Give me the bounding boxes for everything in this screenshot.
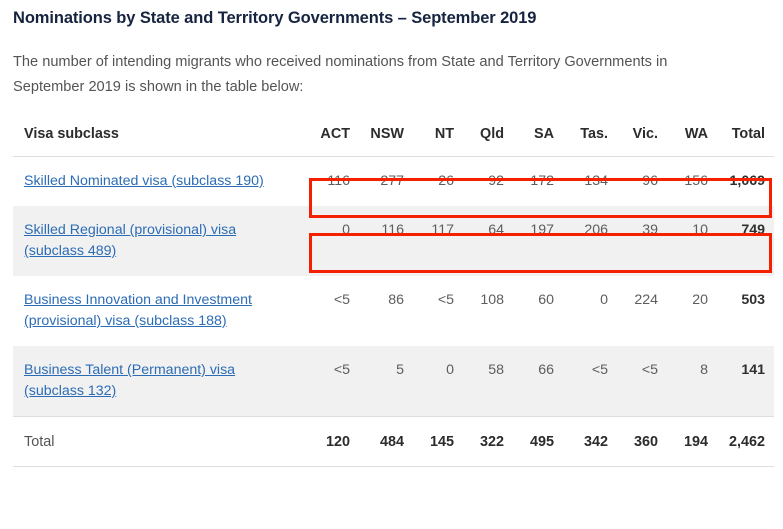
cell-tas: 0 xyxy=(600,292,608,308)
cell-nt: <5 xyxy=(437,292,454,308)
page-root: Nominations by State and Territory Gover… xyxy=(0,0,783,529)
cell-act: 116 xyxy=(327,173,350,189)
total-sa: 495 xyxy=(513,416,563,467)
cell-nt: 0 xyxy=(413,346,463,417)
cell-qld: 92 xyxy=(488,173,504,189)
cell-total: 749 xyxy=(717,206,774,276)
cell-sa: 197 xyxy=(513,206,563,276)
column-header-nt: NT xyxy=(413,126,463,157)
table-header-row: Visa subclass ACT NSW NT Qld SA Tas. Vic… xyxy=(13,126,774,157)
cell-total: 141 xyxy=(717,346,774,417)
table-body: Skilled Nominated visa (subclass 190) 11… xyxy=(13,157,774,417)
cell-wa: 20 xyxy=(692,292,708,308)
total-nt: 145 xyxy=(413,416,463,467)
column-header-nsw: NSW xyxy=(359,126,413,157)
cell-nsw: 5 xyxy=(359,346,413,417)
cell-tas: 134 xyxy=(584,173,608,189)
cell-vic: <5 xyxy=(617,346,667,417)
cell-wa: 10 xyxy=(667,206,717,276)
nominations-table-container: Visa subclass ACT NSW NT Qld SA Tas. Vic… xyxy=(13,126,774,467)
table-row: Business Innovation and Investment (prov… xyxy=(13,276,774,346)
cell-act: <5 xyxy=(333,292,350,308)
total-wa: 194 xyxy=(667,416,717,467)
total-vic: 360 xyxy=(617,416,667,467)
table-foot: Total 120 484 145 322 495 342 360 194 2,… xyxy=(13,416,774,467)
table-total-row: Total 120 484 145 322 495 342 360 194 2,… xyxy=(13,416,774,467)
cell-act: <5 xyxy=(309,346,359,417)
cell-sa: 172 xyxy=(530,173,554,189)
column-header-tas: Tas. xyxy=(563,126,617,157)
row-label-cell: Business Innovation and Investment (prov… xyxy=(13,276,309,346)
nominations-table: Visa subclass ACT NSW NT Qld SA Tas. Vic… xyxy=(13,126,774,467)
page-intro-text: The number of intending migrants who rec… xyxy=(13,54,668,95)
cell-vic: 96 xyxy=(642,173,658,189)
cell-qld: 58 xyxy=(463,346,513,417)
cell-nt: 26 xyxy=(438,173,454,189)
page-title: Nominations by State and Territory Gover… xyxy=(13,9,537,27)
column-header-visa-subclass: Visa subclass xyxy=(13,126,309,157)
column-header-act: ACT xyxy=(309,126,359,157)
cell-wa: 156 xyxy=(684,173,708,189)
cell-total: 503 xyxy=(741,292,765,308)
cell-wa: 8 xyxy=(667,346,717,417)
table-row: Skilled Nominated visa (subclass 190) 11… xyxy=(13,157,774,207)
column-header-wa: WA xyxy=(667,126,717,157)
cell-sa: 60 xyxy=(538,292,554,308)
column-header-total: Total xyxy=(717,126,774,157)
cell-vic: 224 xyxy=(634,292,658,308)
total-nsw: 484 xyxy=(359,416,413,467)
column-header-vic: Vic. xyxy=(617,126,667,157)
column-header-qld: Qld xyxy=(463,126,513,157)
total-qld: 322 xyxy=(463,416,513,467)
cell-total: 1,069 xyxy=(729,173,765,189)
cell-nsw: 277 xyxy=(380,173,404,189)
visa-subclass-link[interactable]: Business Innovation and Investment (prov… xyxy=(24,292,252,329)
total-grand: 2,462 xyxy=(717,416,774,467)
cell-sa: 66 xyxy=(513,346,563,417)
table-head: Visa subclass ACT NSW NT Qld SA Tas. Vic… xyxy=(13,126,774,157)
visa-subclass-link[interactable]: Skilled Nominated visa (subclass 190) xyxy=(24,173,264,189)
total-act: 120 xyxy=(309,416,359,467)
cell-vic: 39 xyxy=(617,206,667,276)
cell-act: 0 xyxy=(309,206,359,276)
column-header-sa: SA xyxy=(513,126,563,157)
cell-tas: 206 xyxy=(563,206,617,276)
cell-qld: 108 xyxy=(480,292,504,308)
row-label-cell: Business Talent (Permanent) visa (subcla… xyxy=(13,346,309,417)
visa-subclass-link[interactable]: Skilled Regional (provisional) visa (sub… xyxy=(24,222,236,259)
cell-qld: 64 xyxy=(463,206,513,276)
cell-nsw: 86 xyxy=(388,292,404,308)
cell-nsw: 116 xyxy=(359,206,413,276)
table-row: Skilled Regional (provisional) visa (sub… xyxy=(13,206,774,276)
total-row-label: Total xyxy=(13,416,309,467)
visa-subclass-link[interactable]: Business Talent (Permanent) visa (subcla… xyxy=(24,362,235,399)
row-label-cell: Skilled Regional (provisional) visa (sub… xyxy=(13,206,309,276)
cell-tas: <5 xyxy=(563,346,617,417)
table-row: Business Talent (Permanent) visa (subcla… xyxy=(13,346,774,417)
cell-nt: 117 xyxy=(413,206,463,276)
total-tas: 342 xyxy=(563,416,617,467)
row-label-cell: Skilled Nominated visa (subclass 190) xyxy=(13,157,309,207)
